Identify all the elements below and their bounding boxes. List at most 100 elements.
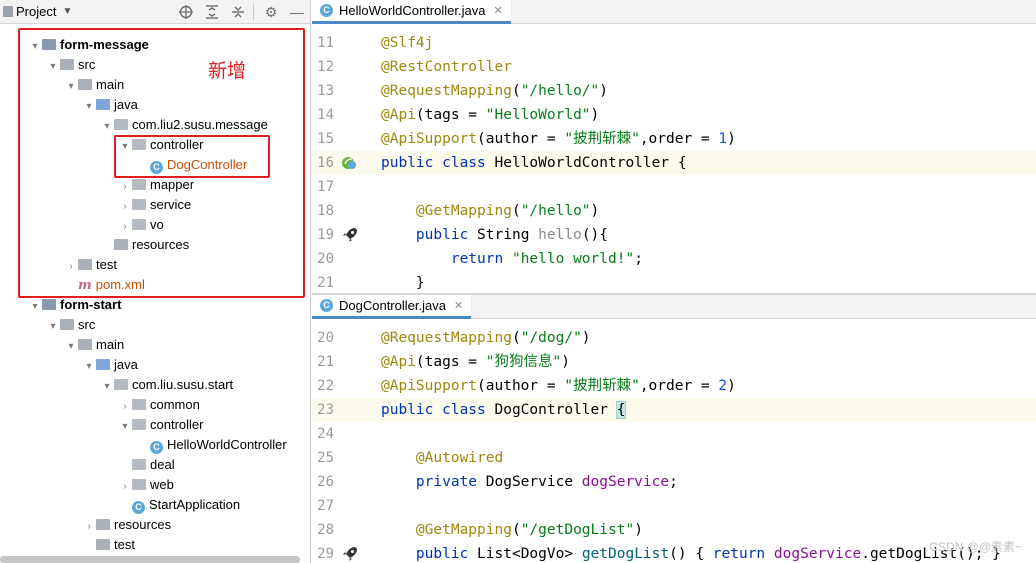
code-line[interactable]: 26 private DogService dogService; — [312, 470, 1036, 494]
code-line[interactable]: 28 @GetMapping("/getDogList") — [312, 518, 1036, 542]
close-icon[interactable]: ✕ — [454, 299, 463, 312]
tree-item[interactable]: ▾ src — [46, 315, 95, 335]
code-text: @Autowired — [415, 450, 504, 466]
tree-item[interactable]: C HelloWorldController — [136, 435, 287, 455]
tree-item[interactable]: ▾ controller — [118, 415, 203, 435]
code-line[interactable]: 12 @RestController — [312, 55, 1036, 79]
class-icon: C — [132, 501, 145, 514]
annotation-label: 新增 — [208, 60, 247, 82]
line-number: 18 — [317, 203, 334, 219]
folder-icon — [96, 539, 110, 550]
code-text: @ApiSupport(author = "披荆斩棘",order = 2) — [381, 378, 736, 394]
code-line[interactable]: 23 public class DogController { — [312, 398, 1036, 422]
line-number: 19 — [317, 227, 334, 243]
chevron-down-icon[interactable]: ▾ — [100, 377, 114, 397]
project-panel: Project ▼ ⚙ — ▾ form-message ▾ src ▾ main ▾ jav… — [0, 0, 311, 563]
tree-item-label: com.liu.susu.start — [132, 377, 234, 392]
chevron-down-icon[interactable]: ▾ — [118, 417, 132, 437]
tree-item[interactable]: ▾ com.liu.susu.start — [100, 375, 233, 395]
horizontal-scrollbar[interactable] — [0, 556, 300, 563]
expand-all-icon[interactable] — [203, 3, 221, 21]
editor2-tabbar: C DogController.java ✕ — [312, 295, 1036, 319]
collapse-all-icon[interactable] — [229, 3, 247, 21]
code-line[interactable]: 20 return "hello world!"; — [312, 247, 1036, 271]
code-line[interactable]: 13 @RequestMapping("/hello/") — [312, 79, 1036, 103]
tree-item-label: controller — [150, 417, 204, 432]
code-line[interactable]: 27 — [312, 494, 1036, 518]
line-number: 11 — [317, 35, 334, 51]
code-line[interactable]: 11 @Slf4j — [312, 31, 1036, 55]
code-text: public class DogController { — [381, 401, 627, 419]
chevron-down-icon[interactable]: ▼ — [62, 6, 72, 17]
tree-item-label: java — [114, 357, 138, 372]
tree-item[interactable]: C StartApplication — [118, 495, 240, 515]
tree-item[interactable]: › resources — [82, 515, 171, 535]
tree-item-label: resources — [114, 517, 172, 532]
tree-item[interactable]: ▾ main — [64, 335, 124, 355]
chevron-down-icon[interactable]: ▾ — [64, 337, 78, 357]
code-line[interactable]: 22 @ApiSupport(author = "披荆斩棘",order = 2) — [312, 374, 1036, 398]
spring-bean-icon[interactable] — [340, 154, 358, 172]
code-line[interactable]: 20 @RequestMapping("/dog/") — [312, 326, 1036, 350]
minimize-icon[interactable]: — — [288, 3, 306, 21]
run-icon[interactable] — [342, 546, 358, 562]
tab-hello-world-controller[interactable]: C HelloWorldController.java ✕ — [312, 0, 511, 24]
code-line[interactable]: 21 @Api(tags = "狗狗信息") — [312, 350, 1036, 374]
annotation-box-controller — [114, 135, 270, 178]
code-text: @Slf4j — [381, 35, 434, 51]
folder-icon — [78, 339, 92, 350]
chevron-right-icon[interactable]: › — [118, 477, 132, 497]
code-line[interactable]: 18 @GetMapping("/hello") — [312, 199, 1036, 223]
code-line[interactable]: 29 public List<DogVo> getDogList() { ret… — [312, 542, 1036, 563]
class-icon: C — [320, 4, 333, 17]
tree-item-label: deal — [150, 457, 175, 472]
line-number: 25 — [317, 450, 334, 466]
code-text: @RequestMapping("/hello/") — [381, 83, 608, 99]
line-number: 22 — [317, 378, 334, 394]
target-icon[interactable] — [177, 3, 195, 21]
tree-item-label: HelloWorldController — [167, 437, 287, 452]
line-number: 14 — [317, 107, 334, 123]
code-text: @ApiSupport(author = "披荆斩棘",order = 1) — [381, 131, 736, 147]
tree-item[interactable]: › web — [118, 475, 174, 495]
code-line[interactable]: 21 } — [312, 271, 1036, 293]
tree-item[interactable]: ▾ form-start — [28, 295, 121, 315]
close-icon[interactable]: ✕ — [493, 4, 502, 17]
class-icon: C — [150, 441, 163, 454]
code-line[interactable]: 24 — [312, 422, 1036, 446]
code-line[interactable]: 19 public String hello(){ — [312, 223, 1036, 247]
chevron-right-icon[interactable]: › — [82, 517, 96, 537]
code-line[interactable]: 16 public class HelloWorldController { — [312, 151, 1036, 175]
tree-item-label: src — [78, 317, 96, 332]
tab-dog-controller[interactable]: C DogController.java ✕ — [312, 295, 472, 319]
project-title[interactable]: Project — [16, 4, 56, 19]
chevron-down-icon[interactable]: ▾ — [82, 357, 96, 377]
tree-item[interactable]: › common — [118, 395, 200, 415]
line-number: 26 — [317, 474, 334, 490]
line-number: 13 — [317, 83, 334, 99]
folder-icon — [96, 359, 110, 370]
code-text: public List<DogVo> getDogList() { return… — [415, 546, 1001, 562]
code-line[interactable]: 17 — [312, 175, 1036, 199]
line-number: 20 — [317, 251, 334, 267]
run-icon[interactable] — [342, 227, 358, 243]
line-number: 15 — [317, 131, 334, 147]
tree-item[interactable]: test — [82, 535, 135, 555]
tree-item[interactable]: deal — [118, 455, 175, 475]
chevron-right-icon[interactable]: › — [118, 397, 132, 417]
chevron-down-icon[interactable]: ▾ — [28, 297, 42, 317]
package-icon — [132, 419, 146, 430]
tree-item[interactable]: ▾ java — [82, 355, 138, 377]
gear-icon[interactable]: ⚙ — [262, 3, 280, 21]
editor1[interactable]: 11 @Slf4j 12 @RestController 13 @RequestMappi… — [312, 25, 1036, 293]
code-line[interactable]: 14 @Api(tags = "HelloWorld") — [312, 103, 1036, 127]
folder-icon — [60, 319, 74, 330]
editor2[interactable]: 20 @RequestMapping("/dog/") 21 @Api(tags = … — [312, 320, 1036, 563]
code-text: @RequestMapping("/dog/") — [381, 330, 591, 346]
code-line[interactable]: 15 @ApiSupport(author = "披荆斩棘",order = 1) — [312, 127, 1036, 151]
line-number: 20 — [317, 330, 334, 346]
code-line[interactable]: 25 @Autowired — [312, 446, 1036, 470]
code-text: } — [381, 275, 425, 291]
chevron-down-icon[interactable]: ▾ — [46, 317, 60, 337]
code-text: @RestController — [381, 59, 512, 75]
